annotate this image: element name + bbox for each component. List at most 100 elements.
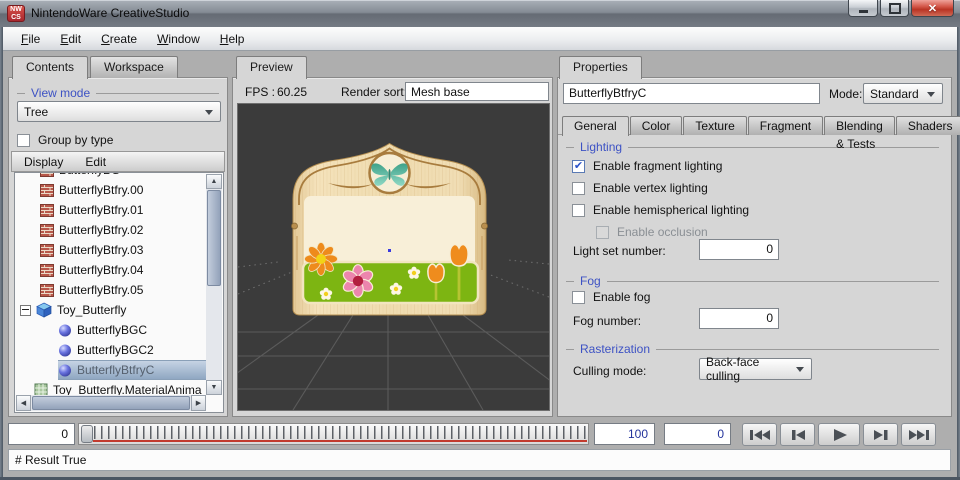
tree-item-selected[interactable]: ButterflyBtfryC xyxy=(58,360,206,380)
mode-dropdown[interactable]: Standard xyxy=(863,83,943,104)
scroll-left-icon[interactable] xyxy=(16,395,31,411)
view-mode-dropdown[interactable]: Tree xyxy=(17,101,221,122)
toolbar-edit[interactable]: Edit xyxy=(85,155,106,169)
tab-color[interactable]: Color xyxy=(630,116,683,135)
slider-ticks xyxy=(94,426,586,439)
play-icon xyxy=(826,428,852,442)
tab-properties[interactable]: Properties xyxy=(559,56,642,79)
start-frame-field[interactable]: 0 xyxy=(8,423,75,445)
material-anim-icon xyxy=(34,383,48,395)
lighting-title: Lighting xyxy=(580,140,622,154)
tab-preview[interactable]: Preview xyxy=(236,56,307,79)
group-by-type-checkbox[interactable] xyxy=(17,134,30,147)
fog-title: Fog xyxy=(580,274,601,288)
tree-toolbar: Display Edit xyxy=(11,151,225,172)
scroll-up-icon[interactable] xyxy=(206,174,222,189)
fragment-lighting-checkbox[interactable] xyxy=(572,160,585,173)
occlusion-row: Enable occlusion xyxy=(596,225,708,239)
tree-item[interactable]: ButterflyBG xyxy=(16,173,206,180)
material-name-field[interactable]: ButterflyBtfryC xyxy=(563,83,820,104)
render-sort-field[interactable]: Mesh base xyxy=(405,82,549,101)
maximize-icon xyxy=(889,3,901,14)
vertical-scroll-thumb[interactable] xyxy=(207,190,221,286)
occlusion-checkbox xyxy=(596,226,609,239)
tab-texture[interactable]: Texture xyxy=(683,116,746,135)
menu-create[interactable]: Create xyxy=(91,30,147,48)
enable-fog-checkbox[interactable] xyxy=(572,291,585,304)
tab-shaders[interactable]: Shaders xyxy=(896,116,960,135)
horizontal-scroll-thumb[interactable] xyxy=(32,396,190,410)
skip-to-start-icon xyxy=(747,428,773,442)
vertex-lighting-label: Enable vertex lighting xyxy=(593,181,708,195)
view-mode-group: View mode xyxy=(17,86,219,100)
app-logo-icon: NW CS xyxy=(7,5,25,22)
tab-general[interactable]: General xyxy=(562,116,629,136)
light-set-field[interactable]: 0 xyxy=(699,239,779,260)
culling-mode-dropdown[interactable]: Back-face culling xyxy=(699,358,812,380)
tab-blending-tests[interactable]: Blending & Tests xyxy=(824,116,895,135)
tab-fragment[interactable]: Fragment xyxy=(748,116,823,135)
rasterization-title: Rasterization xyxy=(580,342,650,356)
step-backward-button[interactable] xyxy=(780,423,815,446)
material-icon xyxy=(58,363,72,377)
contents-tree: ButterflyBG ButterflyBtfry.00 ButterflyB… xyxy=(14,172,224,413)
mode-label: Mode: xyxy=(829,87,862,101)
tree-item[interactable]: ButterflyBtfry.01 xyxy=(16,200,206,220)
playback-controls xyxy=(742,423,936,446)
tree-horizontal-scrollbar[interactable] xyxy=(16,395,206,411)
preview-panel: FPS : 60.25 Render sort: Mesh base xyxy=(232,77,553,417)
tree-item[interactable]: ButterflyBGC2 xyxy=(16,340,206,360)
vertex-lighting-checkbox[interactable] xyxy=(572,182,585,195)
tab-contents[interactable]: Contents xyxy=(12,56,88,79)
fog-number-field[interactable]: 0 xyxy=(699,308,779,329)
menu-edit[interactable]: Edit xyxy=(50,30,91,48)
material-icon xyxy=(58,343,72,357)
skip-to-start-button[interactable] xyxy=(742,423,777,446)
texture-icon xyxy=(40,204,54,217)
menu-file[interactable]: File xyxy=(11,30,50,48)
tree-vertical-scrollbar[interactable] xyxy=(206,174,222,395)
minimize-icon xyxy=(859,10,868,13)
hemispherical-lighting-checkbox[interactable] xyxy=(572,204,585,217)
maximize-button[interactable] xyxy=(880,0,909,17)
skip-to-end-icon xyxy=(906,428,932,442)
step-backward-icon xyxy=(785,428,811,442)
properties-panel: ButterflyBtfryC Mode: Standard General C… xyxy=(557,77,952,417)
tree-item[interactable]: ButterflyBtfry.04 xyxy=(16,260,206,280)
slider-handle[interactable] xyxy=(81,425,93,443)
close-icon xyxy=(928,1,937,15)
tree-item[interactable]: ButterflyBtfry.02 xyxy=(16,220,206,240)
vertex-lighting-row: Enable vertex lighting xyxy=(572,181,708,195)
play-button[interactable] xyxy=(818,423,860,446)
tree-item[interactable]: ButterflyBtfry.05 xyxy=(16,280,206,300)
fog-group: Fog xyxy=(566,274,939,288)
window-title: NintendoWare CreativeStudio xyxy=(31,6,189,20)
tree-item-toy-butterfly[interactable]: Toy_Butterfly xyxy=(16,300,206,320)
tab-workspace[interactable]: Workspace xyxy=(90,56,178,78)
menu-window[interactable]: Window xyxy=(147,30,210,48)
fog-number-label: Fog number: xyxy=(573,314,641,328)
scroll-right-icon[interactable] xyxy=(191,395,206,411)
minimize-button[interactable] xyxy=(848,0,878,17)
menu-help[interactable]: Help xyxy=(210,30,255,48)
toolbar-display[interactable]: Display xyxy=(24,155,63,169)
properties-subtabs: General Color Texture Fragment Blending … xyxy=(562,116,960,136)
hemispherical-lighting-label: Enable hemispherical lighting xyxy=(593,203,749,217)
frame-slider[interactable] xyxy=(78,423,589,445)
rasterization-group: Rasterization xyxy=(566,342,939,356)
tree-item[interactable]: ButterflyBtfry.00 xyxy=(16,180,206,200)
step-forward-button[interactable] xyxy=(863,423,898,446)
current-frame-field[interactable]: 0 xyxy=(664,423,731,445)
scroll-down-icon[interactable] xyxy=(206,380,222,395)
enable-fog-label: Enable fog xyxy=(593,290,650,304)
tree-item[interactable]: ButterflyBtfry.03 xyxy=(16,240,206,260)
close-button[interactable] xyxy=(911,0,954,17)
end-frame-field[interactable]: 100 xyxy=(594,423,655,445)
tree-item[interactable]: Toy_Butterfly.MaterialAnima xyxy=(16,380,206,395)
group-by-type-row: Group by type xyxy=(17,133,113,147)
preview-viewport[interactable] xyxy=(237,103,550,411)
model-icon xyxy=(36,302,52,318)
skip-to-end-button[interactable] xyxy=(901,423,936,446)
tree-item[interactable]: ButterflyBGC xyxy=(16,320,206,340)
collapse-expander-icon[interactable] xyxy=(20,305,31,316)
